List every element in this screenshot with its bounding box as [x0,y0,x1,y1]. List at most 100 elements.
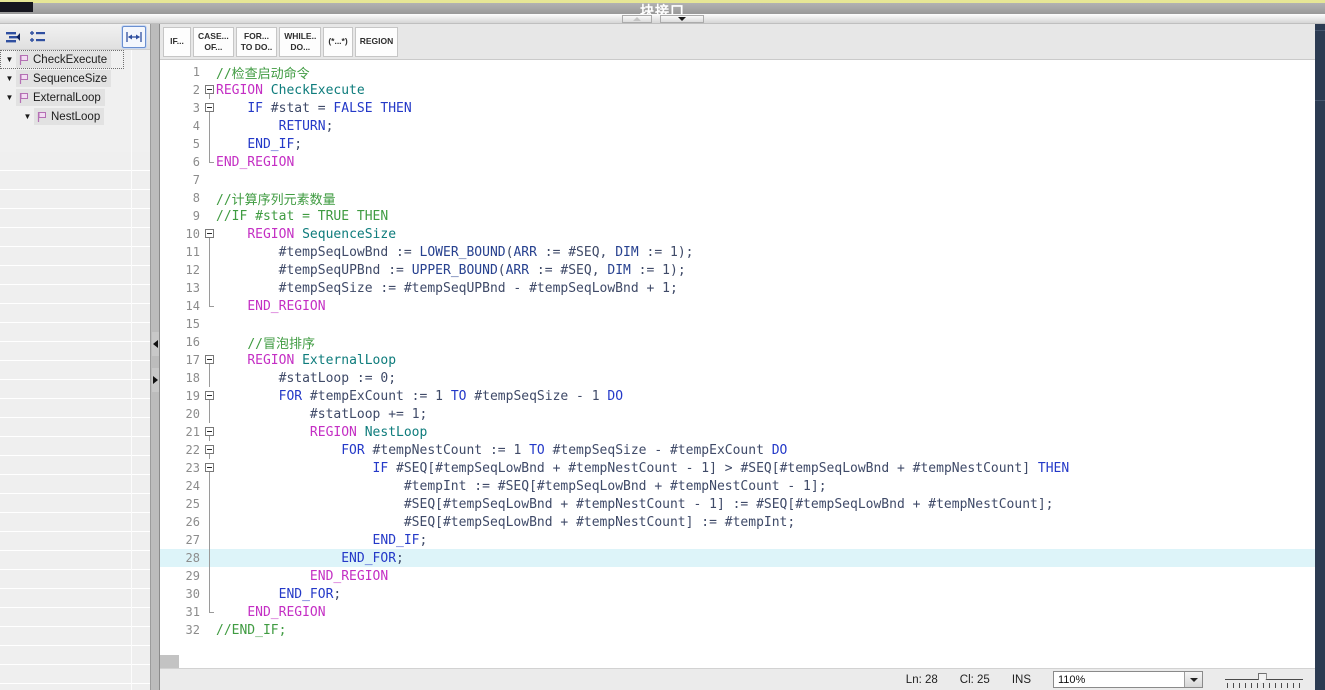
collapse-interface-button[interactable] [622,15,652,23]
region-icon [35,110,48,123]
code-text[interactable]: //计算序列元素数量 [216,189,336,208]
expand-all-icon[interactable] [28,29,48,45]
tree-item-nestloop[interactable]: ▼NestLoop [0,107,150,126]
code-area[interactable]: 1//检查启动命令2REGION CheckExecute3 IF #stat … [160,61,1315,655]
code-line-4[interactable]: 4 RETURN; [160,117,1315,135]
fold-toggle-icon[interactable] [203,441,216,459]
panel-splitter[interactable] [150,24,160,690]
code-line-17[interactable]: 17 REGION ExternalLoop [160,351,1315,369]
code-text[interactable]: #statLoop := 0; [216,371,396,386]
code-text[interactable]: END_FOR; [216,587,341,602]
code-text[interactable]: FOR #tempExCount := 1 TO #tempSeqSize - … [216,389,623,404]
code-line-21[interactable]: 21 REGION NestLoop [160,423,1315,441]
fold-toggle-icon[interactable] [203,99,216,117]
code-text[interactable]: REGION SequenceSize [216,227,396,242]
fold-toggle-icon[interactable] [203,81,216,99]
code-line-18[interactable]: 18 #statLoop := 0; [160,369,1315,387]
expand-triangle-icon[interactable]: ▼ [21,107,34,126]
code-line-14[interactable]: 14 END_REGION [160,297,1315,315]
code-line-27[interactable]: 27 END_IF; [160,531,1315,549]
fold-toggle-icon[interactable] [203,423,216,441]
code-text[interactable]: #SEQ[#tempSeqLowBnd + #tempNestCount - 1… [216,497,1054,512]
code-text[interactable]: REGION NestLoop [216,425,427,440]
fold-toggle-icon[interactable] [203,225,216,243]
expand-triangle-icon[interactable]: ▼ [3,50,16,69]
tree-item-sequencesize[interactable]: ▼SequenceSize [0,69,150,88]
code-text[interactable]: IF #SEQ[#tempSeqLowBnd + #tempNestCount … [216,461,1069,476]
code-text[interactable]: #tempSeqSize := #tempSeqUPBnd - #tempSeq… [216,281,678,296]
snippet-button-while[interactable]: WHILE..DO... [279,27,321,57]
code-line-3[interactable]: 3 IF #stat = FALSE THEN [160,99,1315,117]
code-line-1[interactable]: 1//检查启动命令 [160,63,1315,81]
code-line-22[interactable]: 22 FOR #tempNestCount := 1 TO #tempSeqSi… [160,441,1315,459]
code-text[interactable]: END_REGION [216,299,326,314]
snippet-button-if[interactable]: IF... [163,27,191,57]
code-text[interactable]: //检查启动命令 [216,63,310,82]
code-line-31[interactable]: 31 END_REGION [160,603,1315,621]
code-text[interactable]: FOR #tempNestCount := 1 TO #tempSeqSize … [216,443,787,458]
code-line-32[interactable]: 32//END_IF; [160,621,1315,639]
fold-toggle-icon[interactable] [203,387,216,405]
collapse-all-icon[interactable] [4,29,24,45]
code-text[interactable]: RETURN; [216,119,333,134]
code-text[interactable]: END_REGION [216,569,388,584]
expand-triangle-icon[interactable]: ▼ [3,69,16,88]
code-line-12[interactable]: 12 #tempSeqUPBnd := UPPER_BOUND(ARR := #… [160,261,1315,279]
code-line-5[interactable]: 5 END_IF; [160,135,1315,153]
code-text[interactable]: #tempSeqLowBnd := LOWER_BOUND(ARR := #SE… [216,245,693,260]
code-line-10[interactable]: 10 REGION SequenceSize [160,225,1315,243]
code-line-13[interactable]: 13 #tempSeqSize := #tempSeqUPBnd - #temp… [160,279,1315,297]
zoom-dropdown-button[interactable] [1184,672,1202,687]
zoom-slider[interactable] [1225,672,1303,688]
code-line-25[interactable]: 25 #SEQ[#tempSeqLowBnd + #tempNestCount … [160,495,1315,513]
code-line-30[interactable]: 30 END_FOR; [160,585,1315,603]
snippet-button-[interactable]: (*...*) [323,27,352,57]
splitter-collapse-left-handle[interactable] [152,332,159,356]
code-text[interactable]: END_FOR; [216,551,404,566]
fold-toggle-icon[interactable] [203,351,216,369]
code-line-19[interactable]: 19 FOR #tempExCount := 1 TO #tempSeqSize… [160,387,1315,405]
code-line-15[interactable]: 15 [160,315,1315,333]
code-text[interactable]: #statLoop += 1; [216,407,427,422]
fold-toggle-icon[interactable] [203,459,216,477]
code-line-8[interactable]: 8 //计算序列元素数量 [160,189,1315,207]
code-line-9[interactable]: 9//IF #stat = TRUE THEN [160,207,1315,225]
code-line-11[interactable]: 11 #tempSeqLowBnd := LOWER_BOUND(ARR := … [160,243,1315,261]
code-text[interactable]: #tempSeqUPBnd := UPPER_BOUND(ARR := #SEQ… [216,263,686,278]
code-line-23[interactable]: 23 IF #SEQ[#tempSeqLowBnd + #tempNestCou… [160,459,1315,477]
tree-item-externalloop[interactable]: ▼ExternalLoop [0,88,150,107]
line-number: 31 [160,605,203,619]
code-text[interactable]: END_IF; [216,533,427,548]
code-text[interactable]: END_IF; [216,137,302,152]
code-line-6[interactable]: 6END_REGION [160,153,1315,171]
code-text[interactable]: END_REGION [216,605,326,620]
code-text[interactable]: IF #stat = FALSE THEN [216,101,412,116]
zoom-combobox[interactable]: 110% [1053,671,1203,688]
expand-interface-button[interactable] [660,15,704,23]
code-line-16[interactable]: 16 //冒泡排序 [160,333,1315,351]
snippet-button-for[interactable]: FOR...TO DO.. [236,27,278,57]
code-text[interactable]: //END_IF; [216,623,286,638]
code-text[interactable]: #tempInt := #SEQ[#tempSeqLowBnd + #tempN… [216,479,827,494]
code-line-7[interactable]: 7 [160,171,1315,189]
line-number: 8 [160,191,203,205]
code-text[interactable]: #SEQ[#tempSeqLowBnd + #tempNestCount] :=… [216,515,795,530]
code-text[interactable]: //冒泡排序 [216,333,315,352]
code-text[interactable]: END_REGION [216,155,294,170]
snippet-button-case[interactable]: CASE...OF... [193,27,234,57]
code-text[interactable]: REGION ExternalLoop [216,353,396,368]
snippet-button-region[interactable]: REGION [355,27,399,57]
code-line-24[interactable]: 24 #tempInt := #SEQ[#tempSeqLowBnd + #te… [160,477,1315,495]
expand-triangle-icon[interactable]: ▼ [3,88,16,107]
splitter-expand-right-handle[interactable] [152,368,159,392]
code-line-26[interactable]: 26 #SEQ[#tempSeqLowBnd + #tempNestCount]… [160,513,1315,531]
code-line-29[interactable]: 29 END_REGION [160,567,1315,585]
fit-width-button[interactable] [122,26,146,48]
region-icon [17,91,30,104]
code-line-2[interactable]: 2REGION CheckExecute [160,81,1315,99]
tree-item-checkexecute[interactable]: ▼CheckExecute [0,50,124,69]
code-text[interactable]: REGION CheckExecute [216,83,365,98]
code-text[interactable]: //IF #stat = TRUE THEN [216,209,388,224]
code-line-20[interactable]: 20 #statLoop += 1; [160,405,1315,423]
code-line-28[interactable]: 28 END_FOR; [160,549,1315,567]
